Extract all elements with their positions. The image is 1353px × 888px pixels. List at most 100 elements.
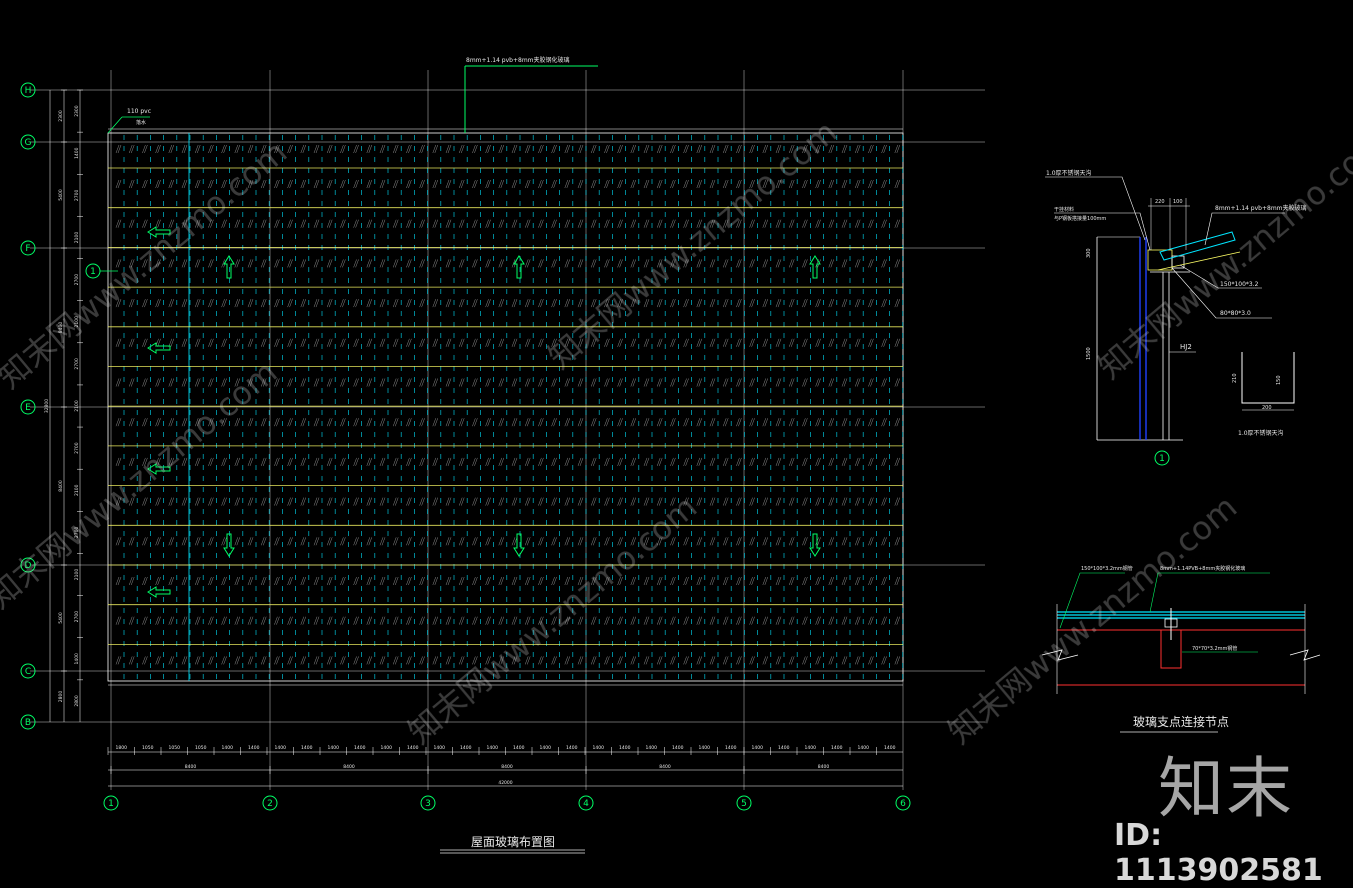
- dim-text-small: 1400: [222, 745, 234, 751]
- dim-text-left-bay: 2300: [58, 110, 64, 122]
- axis-label-col: 5: [741, 799, 747, 809]
- wm-diag-6: 知末网www.znzmo.com: [941, 488, 1245, 751]
- dim-text-left-small: 2700: [74, 358, 80, 370]
- dim-text-left-small: 2100: [74, 484, 80, 496]
- detail2-title: 玻璃支点连接节点: [1133, 714, 1229, 729]
- dim-text-small: 1400: [699, 745, 711, 751]
- label-gutter-top: 1.0厚不锈钢天沟: [1046, 169, 1092, 177]
- gutter-w: 200: [1262, 405, 1272, 411]
- axis-label-col: 6: [900, 799, 906, 809]
- cad-drawing: 1800 1050 1050 1050 1400 1400 1400 1400 1400 1400…: [0, 56, 1353, 854]
- dim-100: 100: [1173, 199, 1183, 205]
- slope-arrow-left: [147, 586, 171, 598]
- detail1-bubble: 1: [1159, 454, 1165, 464]
- dim-text-small: 1400: [778, 745, 790, 751]
- dim-text-small: 1400: [301, 745, 313, 751]
- watermark-brand: 知末: [1158, 750, 1294, 827]
- dim-text-small: 1400: [884, 745, 896, 751]
- slope-arrow-up: [223, 255, 235, 279]
- dim-text-small: 1400: [858, 745, 870, 751]
- axis-label-row: E: [25, 403, 31, 413]
- dim-text-total: 42000: [498, 780, 512, 786]
- dim-text-left-small: 2800: [74, 695, 80, 707]
- label-hj: HJ2: [1180, 343, 1192, 351]
- dim-text-left-small: 2100: [74, 569, 80, 581]
- dim-text-small: 1400: [434, 745, 446, 751]
- axis-bubble-col: 5: [736, 795, 752, 811]
- slope-arrow-left: [147, 342, 171, 354]
- axis-bubble-col: 2: [262, 795, 278, 811]
- dim-text-small: 1400: [328, 745, 340, 751]
- label-gasket-2: 与P钢板搭接量100mm: [1054, 215, 1106, 222]
- axis-label-col: 1: [108, 799, 114, 809]
- detail2-label-right: 70*70*3.2mm钢管: [1192, 645, 1237, 652]
- dim-text-left-small: 2100: [74, 232, 80, 244]
- dim-text-small: 1400: [805, 745, 817, 751]
- axis-label-col: 2: [267, 799, 273, 809]
- dim-text-small: 1400: [725, 745, 737, 751]
- dim-text-small: 1400: [354, 745, 366, 751]
- top-callout-text: 8mm+1.14 pvb+8mm夹胶钢化玻璃: [466, 56, 570, 64]
- dim-text-small: 1400: [646, 745, 658, 751]
- label-gasket: 干挂材料: [1054, 206, 1074, 213]
- dim-text-small: 1400: [460, 745, 472, 751]
- axis-label-col: 3: [425, 799, 431, 809]
- dim-text-left-bay: 5400: [58, 612, 64, 624]
- dim-text-left-bay: 8400: [58, 480, 64, 492]
- wm-diag-5: 知末网www.znzmo.com: [401, 488, 705, 751]
- dim-text-left-small: 2700: [74, 274, 80, 286]
- wm-diag-4: 知末网www.znzmo.com: [0, 353, 284, 616]
- dim-text-left-bay: 2800: [58, 691, 64, 703]
- dim-text-left-small: 2300: [74, 105, 80, 117]
- label-b: 80*80*3.0: [1220, 310, 1251, 317]
- dim-text-small: 1050: [195, 745, 207, 751]
- dim-text-left-small: 2700: [74, 442, 80, 454]
- dim-text-small: 1400: [593, 745, 605, 751]
- dim-text-small: 1800: [116, 745, 128, 751]
- axis-bubble-col: 6: [895, 795, 911, 811]
- slope-arrow-down: [513, 533, 525, 557]
- dim-300: 300: [1086, 248, 1092, 258]
- dim-text-small: 1400: [248, 745, 260, 751]
- dim-text-bay: 8400: [818, 764, 830, 770]
- dim-text-small: 1400: [752, 745, 764, 751]
- dim-text-left-bay: 5400: [58, 189, 64, 201]
- dim-text-small: 1050: [142, 745, 154, 751]
- pvc-note-2: 落水: [136, 119, 146, 126]
- dim-text-small: 1050: [169, 745, 181, 751]
- dim-text-small: 1400: [407, 745, 419, 751]
- dim-text-small: 1400: [566, 745, 578, 751]
- dim-text-small: 1400: [672, 745, 684, 751]
- dim-text-small: 1400: [487, 745, 499, 751]
- slope-arrow-down: [223, 533, 235, 557]
- dim-text-bay: 8400: [659, 764, 671, 770]
- dim-text-bay: 8400: [185, 764, 197, 770]
- dim-text-bay: 8400: [501, 764, 513, 770]
- axis-label-row: H: [25, 86, 32, 96]
- gutter-h1: 210: [1232, 373, 1238, 383]
- dim-text-small: 1400: [540, 745, 552, 751]
- axis-label-row: G: [25, 138, 32, 148]
- dim-text-left-small: 1400: [74, 147, 80, 159]
- dim-text-small: 1400: [831, 745, 843, 751]
- dim-text-left-small: 2700: [74, 189, 80, 201]
- dim-text-left-small: 2700: [74, 611, 80, 623]
- slope-arrow-up: [809, 255, 821, 279]
- plan-title: 屋面玻璃布置图: [471, 835, 555, 849]
- axis-bubble-col: 4: [578, 795, 594, 811]
- dim-220: 220: [1155, 199, 1165, 205]
- dim-text-small: 1400: [275, 745, 287, 751]
- wm-diag-3: 知末网www.znzmo.com: [1091, 123, 1353, 386]
- axis-label-row: F: [25, 244, 30, 254]
- detail-ref-label: 1: [90, 267, 96, 277]
- dim-text-left-small: 2100: [74, 400, 80, 412]
- dim-text-small: 1400: [513, 745, 525, 751]
- top-callout: 8mm+1.14 pvb+8mm夹胶钢化玻璃: [464, 56, 598, 133]
- axis-bubble-col: 1: [103, 795, 119, 811]
- dim-text-left-small: 1400: [74, 653, 80, 665]
- axis-label-col: 4: [583, 799, 589, 809]
- axis-label-row: C: [25, 667, 31, 677]
- pvc-note: 110 pvc: [127, 108, 151, 115]
- gutter-label: 1.0厚不锈钢天沟: [1238, 429, 1284, 437]
- axis-label-row: B: [25, 718, 31, 728]
